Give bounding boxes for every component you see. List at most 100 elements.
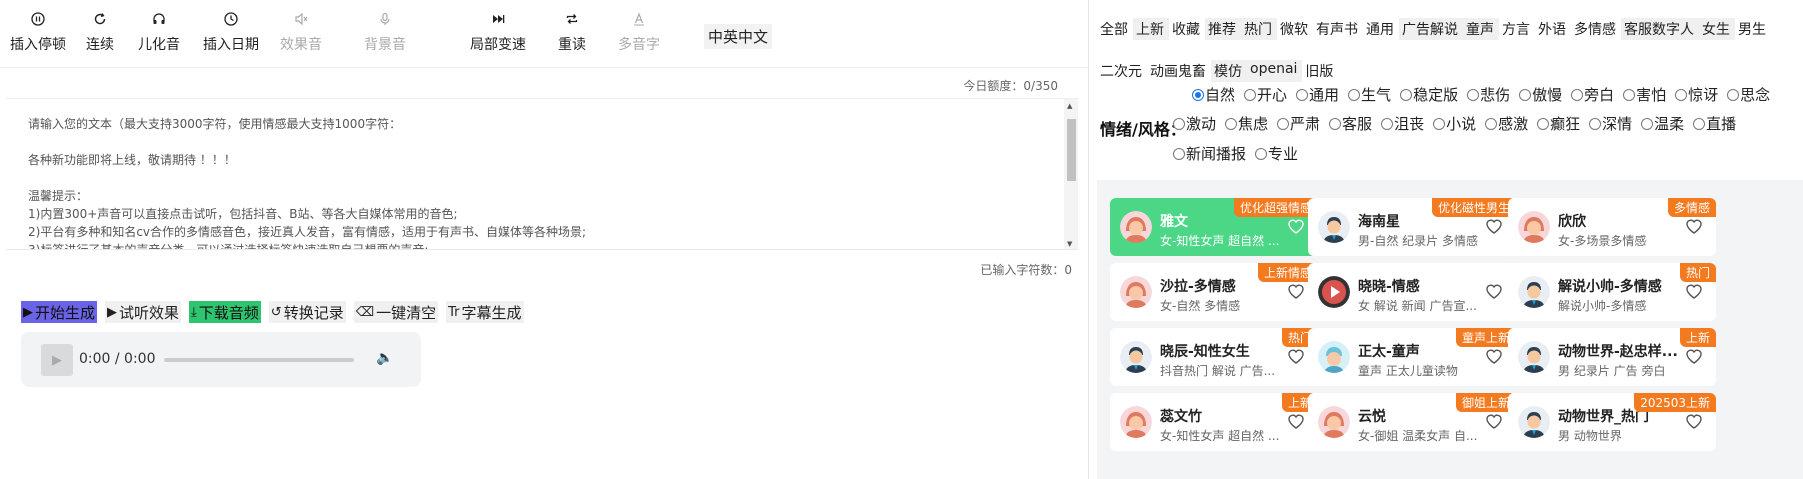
category-tag[interactable]: 通用 <box>1363 18 1399 40</box>
voice-card[interactable]: 解说小帅-多情感 解说小帅-多情感 热门 <box>1508 263 1716 321</box>
heart-icon[interactable] <box>1484 346 1504 366</box>
voice-card[interactable]: 正太-童声 童声 正太儿童读物 童声上新 <box>1308 328 1516 386</box>
history-button[interactable]: ↺ 转换记录 <box>268 301 346 323</box>
download-audio-button[interactable]: ⤓ 下载音频 <box>189 301 261 323</box>
category-tag[interactable]: 多情感 <box>1571 18 1621 40</box>
emotion-option[interactable]: 开心 <box>1244 84 1287 105</box>
voice-card[interactable]: 欣欣 女-多场景多情感 多情感 <box>1508 198 1716 256</box>
voice-card[interactable]: 晓晓-情感女 解说 新闻 广告宣... <box>1308 263 1516 321</box>
heart-icon[interactable] <box>1684 411 1704 431</box>
emotion-option[interactable]: 生气 <box>1348 84 1391 105</box>
language-toggle-button[interactable]: 中英中文 <box>704 24 773 49</box>
radio-icon[interactable] <box>1537 117 1550 130</box>
toolbar-button-4[interactable]: 效果音 <box>280 8 322 54</box>
category-tag[interactable]: 旧版 <box>1302 60 1338 82</box>
voice-card[interactable]: 晓辰-知性女生 抖音热门 解说 广告... 热门 <box>1110 328 1318 386</box>
emotion-option[interactable]: 惊讶 <box>1675 84 1718 105</box>
category-tag[interactable]: openai <box>1247 60 1303 82</box>
emotion-option[interactable]: 沮丧 <box>1381 113 1424 134</box>
emotion-option[interactable]: 激动 <box>1173 113 1216 134</box>
emotion-option[interactable]: 思念 <box>1727 84 1770 105</box>
emotion-option[interactable]: 癫狂 <box>1537 113 1580 134</box>
heart-icon[interactable] <box>1484 411 1504 431</box>
toolbar-button-7[interactable]: 重读 <box>558 8 586 54</box>
player-progress[interactable] <box>164 358 354 362</box>
emotion-option[interactable]: 稳定版 <box>1400 84 1458 105</box>
emotion-option[interactable]: 通用 <box>1296 84 1339 105</box>
toolbar-button-5[interactable]: 背景音 <box>364 8 406 54</box>
category-tag[interactable]: 有声书 <box>1313 18 1363 40</box>
start-generate-button[interactable]: ▶ 开始生成 <box>21 301 98 323</box>
radio-icon[interactable] <box>1623 88 1636 101</box>
category-tag[interactable]: 女生 <box>1699 18 1735 40</box>
category-tag[interactable]: 外语 <box>1535 18 1571 40</box>
heart-icon[interactable] <box>1286 281 1306 301</box>
emotion-option[interactable]: 专业 <box>1255 143 1298 164</box>
category-tag[interactable]: 热门 <box>1241 18 1277 40</box>
emotion-option[interactable]: 感激 <box>1485 113 1528 134</box>
emotion-option[interactable]: 小说 <box>1433 113 1476 134</box>
emotion-option[interactable]: 害怕 <box>1623 84 1666 105</box>
category-tag[interactable]: 动画鬼畜 <box>1147 60 1211 82</box>
radio-icon[interactable] <box>1693 117 1706 130</box>
toolbar-button-6[interactable]: 局部变速 <box>470 8 526 54</box>
clear-all-button[interactable]: ⌫ 一键清空 <box>353 301 439 323</box>
volume-icon[interactable]: 🔈 <box>376 350 393 366</box>
scrollbar-thumb[interactable] <box>1067 119 1076 181</box>
heart-icon[interactable] <box>1484 216 1504 236</box>
heart-icon[interactable] <box>1684 281 1704 301</box>
heart-icon[interactable] <box>1684 216 1704 236</box>
scroll-down-icon[interactable]: ▼ <box>1067 240 1072 248</box>
voice-card[interactable]: 蕊文竹 女-知性女声 超自然 ... 上新 <box>1110 393 1318 451</box>
play-button[interactable]: ▶ <box>41 344 73 376</box>
category-tag[interactable]: 男生 <box>1735 18 1771 40</box>
radio-icon[interactable] <box>1467 88 1480 101</box>
radio-icon[interactable] <box>1277 117 1290 130</box>
voice-card[interactable]: 动物世界-赵忠样... 男 纪录片 广告 旁白 上新 <box>1508 328 1716 386</box>
radio-icon[interactable] <box>1348 88 1361 101</box>
category-tag[interactable]: 收藏 <box>1169 18 1205 40</box>
emotion-option[interactable]: 新闻播报 <box>1173 143 1246 164</box>
voice-card[interactable]: 沙拉-多情感 女-自然 多情感 上新情感 <box>1110 263 1318 321</box>
emotion-option[interactable]: 直播 <box>1693 113 1736 134</box>
heart-icon[interactable] <box>1286 411 1306 431</box>
radio-icon[interactable] <box>1519 88 1532 101</box>
category-tag[interactable]: 方言 <box>1499 18 1535 40</box>
toolbar-button-3[interactable]: 插入日期 <box>203 8 259 54</box>
emotion-option[interactable]: 旁白 <box>1571 84 1614 105</box>
radio-icon[interactable] <box>1244 88 1257 101</box>
heart-icon[interactable] <box>1286 346 1306 366</box>
radio-icon[interactable] <box>1255 147 1268 160</box>
emotion-option[interactable]: 严肃 <box>1277 113 1320 134</box>
radio-icon[interactable] <box>1485 117 1498 130</box>
category-tag[interactable]: 全部 <box>1097 18 1133 40</box>
emotion-option[interactable]: 悲伤 <box>1467 84 1510 105</box>
text-editor[interactable]: 请输入您的文本（最大支持3000字符，使用情感最大支持1000字符： 各种新功能… <box>6 98 1078 250</box>
category-tag[interactable]: 推荐 <box>1205 18 1241 40</box>
scroll-up-icon[interactable]: ▲ <box>1067 102 1072 110</box>
radio-icon[interactable] <box>1381 117 1394 130</box>
radio-icon[interactable] <box>1675 88 1688 101</box>
category-tag[interactable]: 微软 <box>1277 18 1313 40</box>
emotion-option[interactable]: 自然 <box>1192 84 1235 105</box>
category-tag[interactable]: 客服数字人 <box>1621 18 1699 40</box>
emotion-option[interactable]: 客服 <box>1329 113 1372 134</box>
voice-card[interactable]: 雅文 女-知性女声 超自然 ... 优化超强情感 <box>1110 198 1318 256</box>
category-tag[interactable]: 上新 <box>1133 18 1169 40</box>
radio-icon[interactable] <box>1433 117 1446 130</box>
radio-icon[interactable] <box>1589 117 1602 130</box>
radio-icon[interactable] <box>1173 117 1185 130</box>
category-tag[interactable]: 广告解说 <box>1399 18 1463 40</box>
editor-scrollbar[interactable]: ▲ ▼ <box>1064 99 1078 249</box>
radio-icon[interactable] <box>1225 117 1238 130</box>
radio-icon[interactable] <box>1727 88 1740 101</box>
voice-card[interactable]: 动物世界_热门男 动物世界 202503上新 <box>1508 393 1716 451</box>
emotion-option[interactable]: 傲慢 <box>1519 84 1562 105</box>
radio-icon[interactable] <box>1173 147 1185 160</box>
category-tag[interactable]: 二次元 <box>1097 60 1147 82</box>
preview-button[interactable]: ▶ 试听效果 <box>105 301 182 323</box>
toolbar-button-1[interactable]: 连续 <box>86 8 114 54</box>
radio-icon[interactable] <box>1329 117 1342 130</box>
subtitle-button[interactable]: Tr 字幕生成 <box>446 301 524 323</box>
emotion-option[interactable]: 深情 <box>1589 113 1632 134</box>
